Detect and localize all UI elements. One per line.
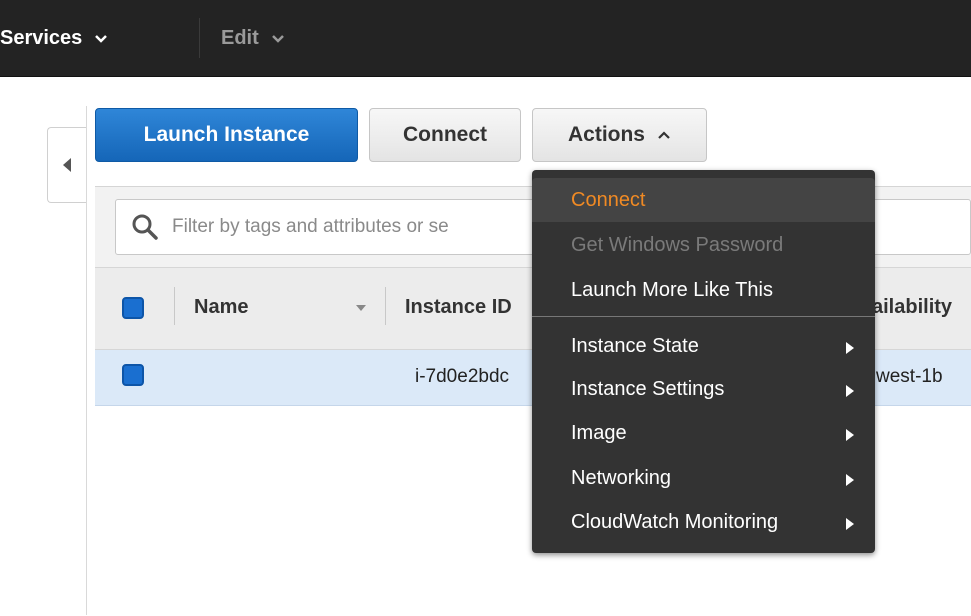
menu-item-launch-more-like-this[interactable]: Launch More Like This	[532, 268, 875, 312]
nav-divider	[199, 18, 200, 58]
chevron-right-icon	[846, 342, 854, 354]
search-icon	[132, 214, 158, 240]
services-label: Services	[0, 27, 83, 49]
panel-left-border	[86, 106, 87, 615]
column-header-instance-id[interactable]: Instance ID	[405, 296, 512, 319]
connect-label: Connect	[403, 123, 487, 146]
menu-item-cloudwatch-monitoring[interactable]: CloudWatch Monitoring	[532, 500, 875, 544]
actions-label: Actions	[567, 123, 645, 146]
menu-item-instance-state[interactable]: Instance State	[532, 324, 875, 368]
services-menu[interactable]: Services	[0, 27, 108, 50]
search-placeholder: Filter by tags and attributes or se	[172, 216, 449, 237]
launch-instance-label: Launch Instance	[143, 123, 310, 146]
chevron-right-icon	[846, 518, 854, 530]
menu-item-get-windows-password: Get Windows Password	[571, 234, 784, 256]
edit-menu[interactable]: Edit	[221, 27, 285, 50]
actions-button[interactable]: Actions	[532, 108, 707, 162]
column-header-name[interactable]: Name	[194, 296, 248, 319]
column-divider	[174, 287, 175, 325]
cell-instance-id: i-7d0e2bdc	[415, 366, 510, 387]
column-header-availability-zone[interactable]: ailability	[872, 296, 952, 319]
chevron-left-icon	[63, 158, 71, 172]
sort-caret-icon[interactable]	[356, 305, 366, 311]
select-all-checkbox[interactable]	[122, 297, 144, 319]
actions-dropdown-menu: Connect Get Windows Password Launch More…	[532, 170, 875, 553]
top-nav-bar: Services Edit	[0, 0, 971, 77]
menu-item-connect[interactable]: Connect	[532, 178, 875, 222]
chevron-down-icon	[95, 34, 108, 43]
menu-item-image[interactable]: Image	[532, 411, 875, 455]
chevron-up-icon	[658, 131, 670, 139]
cell-availability-zone: west-1b	[876, 366, 943, 387]
menu-divider	[532, 316, 875, 317]
chevron-right-icon	[846, 385, 854, 397]
chevron-right-icon	[846, 429, 854, 441]
edit-label: Edit	[221, 27, 259, 49]
launch-instance-button[interactable]: Launch Instance	[95, 108, 358, 162]
sidebar-collapse-toggle[interactable]	[47, 127, 86, 203]
column-divider	[385, 287, 386, 325]
row-checkbox[interactable]	[122, 364, 144, 386]
chevron-down-icon	[271, 34, 284, 43]
chevron-right-icon	[846, 474, 854, 486]
menu-item-networking[interactable]: Networking	[532, 456, 875, 500]
connect-button[interactable]: Connect	[369, 108, 521, 162]
menu-item-instance-settings[interactable]: Instance Settings	[532, 367, 875, 411]
